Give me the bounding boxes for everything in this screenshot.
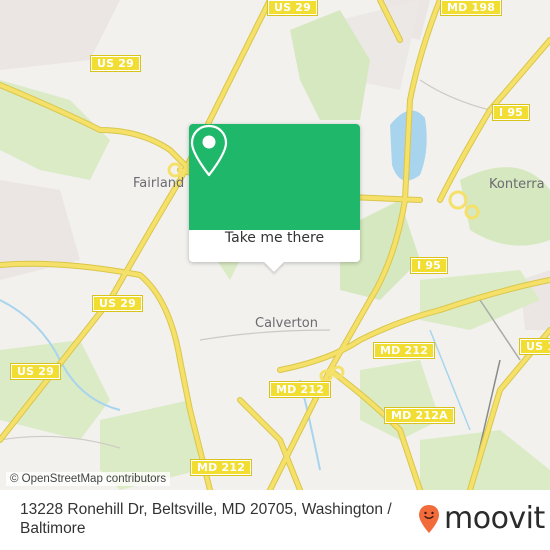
moovit-logo[interactable]: moovit	[418, 504, 545, 534]
footer: 13228 Ronehill Dr, Beltsville, MD 20705,…	[0, 490, 550, 550]
popup-header	[189, 124, 360, 230]
place-label: Fairland	[133, 176, 185, 191]
route-shield: US 29	[92, 295, 143, 312]
route-shield: MD 212	[372, 342, 436, 359]
route-shield: MD 212	[189, 459, 253, 476]
address-text: 13228 Ronehill Dr, Beltsville, MD 20705,…	[20, 501, 392, 537]
map[interactable]: US 29 MD 198 US 29 I 95 I 95 US 29 US 29 MD 212…	[0, 0, 550, 490]
route-shield: MD 212A	[384, 407, 455, 424]
place-label: Calverton	[255, 316, 318, 331]
route-shield: US 29	[267, 0, 318, 16]
minor-road	[419, 79, 491, 111]
moovit-pin-icon	[419, 505, 439, 533]
route-shield: I 95	[409, 257, 449, 274]
map-attribution[interactable]: © OpenStreetMap contributors	[6, 472, 171, 486]
route-shield: I 95	[491, 104, 531, 121]
park-area	[0, 340, 110, 440]
route-shield: MD 212	[268, 381, 332, 398]
place-label: Konterra	[489, 177, 545, 192]
route-shield: US 29	[90, 55, 141, 72]
route-shield: MD 198	[439, 0, 503, 16]
route-shield: US 1	[518, 338, 550, 355]
destination-popup: Take me there	[189, 124, 360, 272]
route-shield: US 29	[10, 363, 61, 380]
map-pin-icon	[190, 124, 228, 177]
minor-road	[199, 329, 331, 341]
moovit-wordmark: moovit	[444, 501, 545, 536]
